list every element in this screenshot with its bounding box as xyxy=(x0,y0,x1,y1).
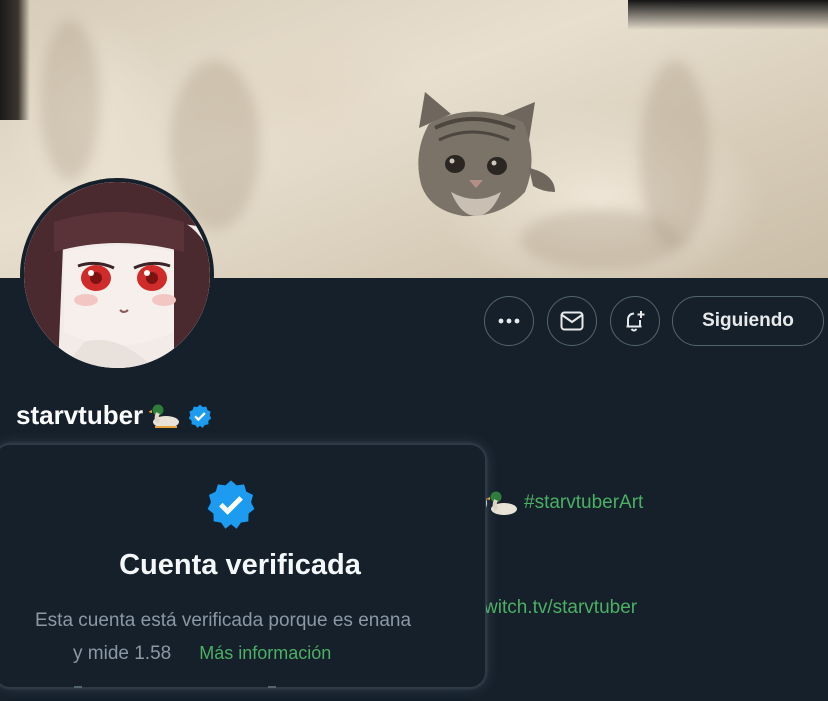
bio-url-link[interactable]: witch.tv/starvtuber xyxy=(484,597,637,619)
verified-badge-icon xyxy=(207,480,255,529)
blanket-fold xyxy=(40,20,100,180)
popup-description: Esta cuenta está verificada porque es en… xyxy=(35,605,475,670)
hidden-text-fragment xyxy=(74,686,82,688)
verified-account-popup: Cuenta verificada Esta cuenta está verif… xyxy=(0,444,486,688)
profile-name-row: starvtuber xyxy=(16,400,213,431)
popup-title: Cuenta verificada xyxy=(119,549,361,581)
banner-shadow xyxy=(0,0,30,120)
more-button[interactable] xyxy=(484,296,534,346)
more-icon xyxy=(498,318,520,324)
following-label: Siguiendo xyxy=(702,310,794,331)
hidden-text-fragment xyxy=(268,686,276,688)
mail-icon xyxy=(560,311,584,331)
duck-emoji-icon xyxy=(149,404,180,428)
bio-hashtag-link[interactable]: #starvtuberArt xyxy=(524,492,643,514)
notify-button[interactable] xyxy=(610,296,660,346)
following-button[interactable]: Siguiendo xyxy=(672,296,824,346)
popup-text-line2: y mide 1.58 xyxy=(73,643,172,664)
verified-badge-icon[interactable] xyxy=(187,403,213,429)
popup-text-line1: Esta cuenta está verificada porque es en… xyxy=(35,610,412,631)
duck-emoji-icon xyxy=(481,491,517,515)
kitten-image xyxy=(418,92,555,217)
banner-shadow-top xyxy=(628,0,828,30)
profile-actions: Siguiendo xyxy=(0,296,828,348)
more-info-link[interactable]: Más información xyxy=(199,643,331,663)
message-button[interactable] xyxy=(547,296,597,346)
bell-plus-icon xyxy=(626,311,645,332)
display-name: starvtuber xyxy=(16,400,144,430)
